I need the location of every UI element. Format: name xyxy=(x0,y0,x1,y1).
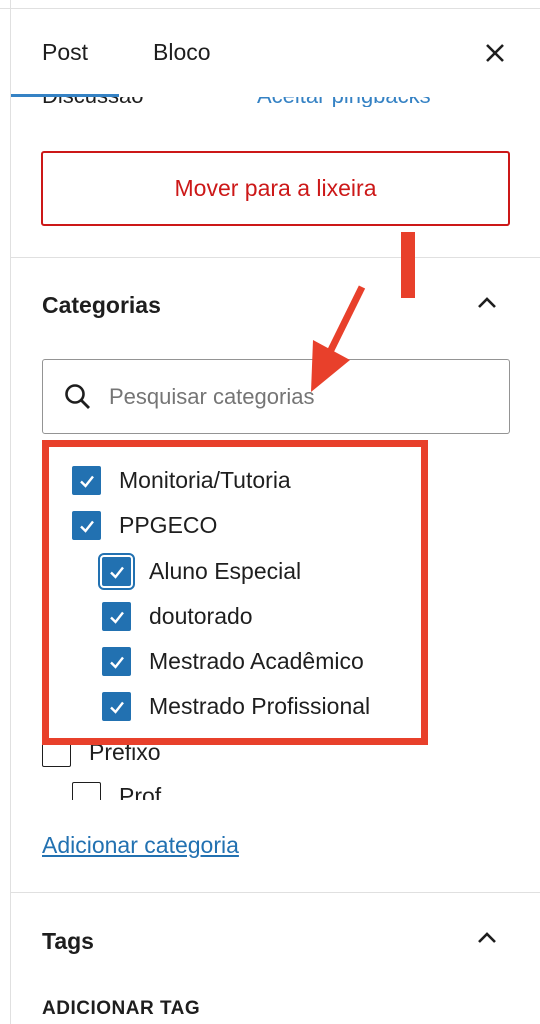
chevron-up-icon[interactable] xyxy=(474,290,500,316)
checkbox[interactable] xyxy=(42,738,71,767)
category-label: Monitoria/Tutoria xyxy=(119,467,291,493)
add-tag-label: ADICIONAR TAG xyxy=(42,998,201,1019)
sidebar-tabs: Post Bloco xyxy=(11,9,540,97)
discussion-label: Discussão xyxy=(42,97,143,107)
panel-divider xyxy=(11,257,540,258)
tags-panel-title: Tags xyxy=(42,928,94,954)
checkbox[interactable] xyxy=(102,692,131,721)
tab-bloco[interactable]: Bloco xyxy=(153,39,211,66)
pingbacks-link[interactable]: Aceitar pingbacks xyxy=(257,97,431,107)
category-item-monitoria[interactable]: Monitoria/Tutoria xyxy=(72,466,291,495)
category-checklist: Monitoria/Tutoria PPGECO Aluno Especial … xyxy=(42,440,510,800)
checkbox[interactable] xyxy=(72,511,101,540)
checkmark-icon xyxy=(109,566,124,579)
checkmark-icon xyxy=(79,520,94,533)
category-label: Aluno Especial xyxy=(149,558,302,584)
category-item-prof[interactable]: Prof xyxy=(72,782,161,800)
category-label: Prof xyxy=(119,783,162,800)
category-label: Prefixo xyxy=(89,739,161,765)
category-item-prefixo[interactable]: Prefixo xyxy=(42,738,161,767)
checkmark-icon xyxy=(109,701,124,714)
category-search-input[interactable] xyxy=(109,372,499,422)
category-item-ppgeco[interactable]: PPGECO xyxy=(72,511,217,540)
category-label: doutorado xyxy=(149,603,253,629)
checkmark-icon xyxy=(109,656,124,669)
sidebar-left-border xyxy=(10,0,11,1024)
panel-divider xyxy=(11,892,540,893)
move-to-trash-button[interactable]: Mover para a lixeira xyxy=(41,151,510,226)
checkbox[interactable] xyxy=(102,602,131,631)
chevron-up-icon[interactable] xyxy=(474,925,500,951)
category-item-aluno-especial[interactable]: Aluno Especial xyxy=(98,553,302,590)
category-item-doutorado[interactable]: doutorado xyxy=(102,602,253,631)
close-icon[interactable] xyxy=(481,39,509,67)
checkbox[interactable] xyxy=(98,553,135,590)
categories-panel-title: Categorias xyxy=(42,292,161,318)
tab-post[interactable]: Post xyxy=(42,39,88,66)
category-item-mestrado-profissional[interactable]: Mestrado Profissional xyxy=(102,692,370,721)
search-icon xyxy=(65,384,90,409)
checkbox[interactable] xyxy=(72,466,101,495)
checkmark-icon xyxy=(109,611,124,624)
category-search-field xyxy=(42,359,510,434)
category-label: PPGECO xyxy=(119,512,218,538)
category-item-mestrado-academico[interactable]: Mestrado Acadêmico xyxy=(102,647,364,676)
add-category-link[interactable]: Adicionar categoria xyxy=(42,832,239,859)
category-label: Mestrado Acadêmico xyxy=(149,648,364,674)
checkbox[interactable] xyxy=(72,782,101,800)
category-label: Mestrado Profissional xyxy=(149,693,371,719)
checkbox[interactable] xyxy=(102,647,131,676)
checkmark-icon xyxy=(79,475,94,488)
discussion-row-cutoff: Discussão Aceitar pingbacks xyxy=(11,97,540,107)
